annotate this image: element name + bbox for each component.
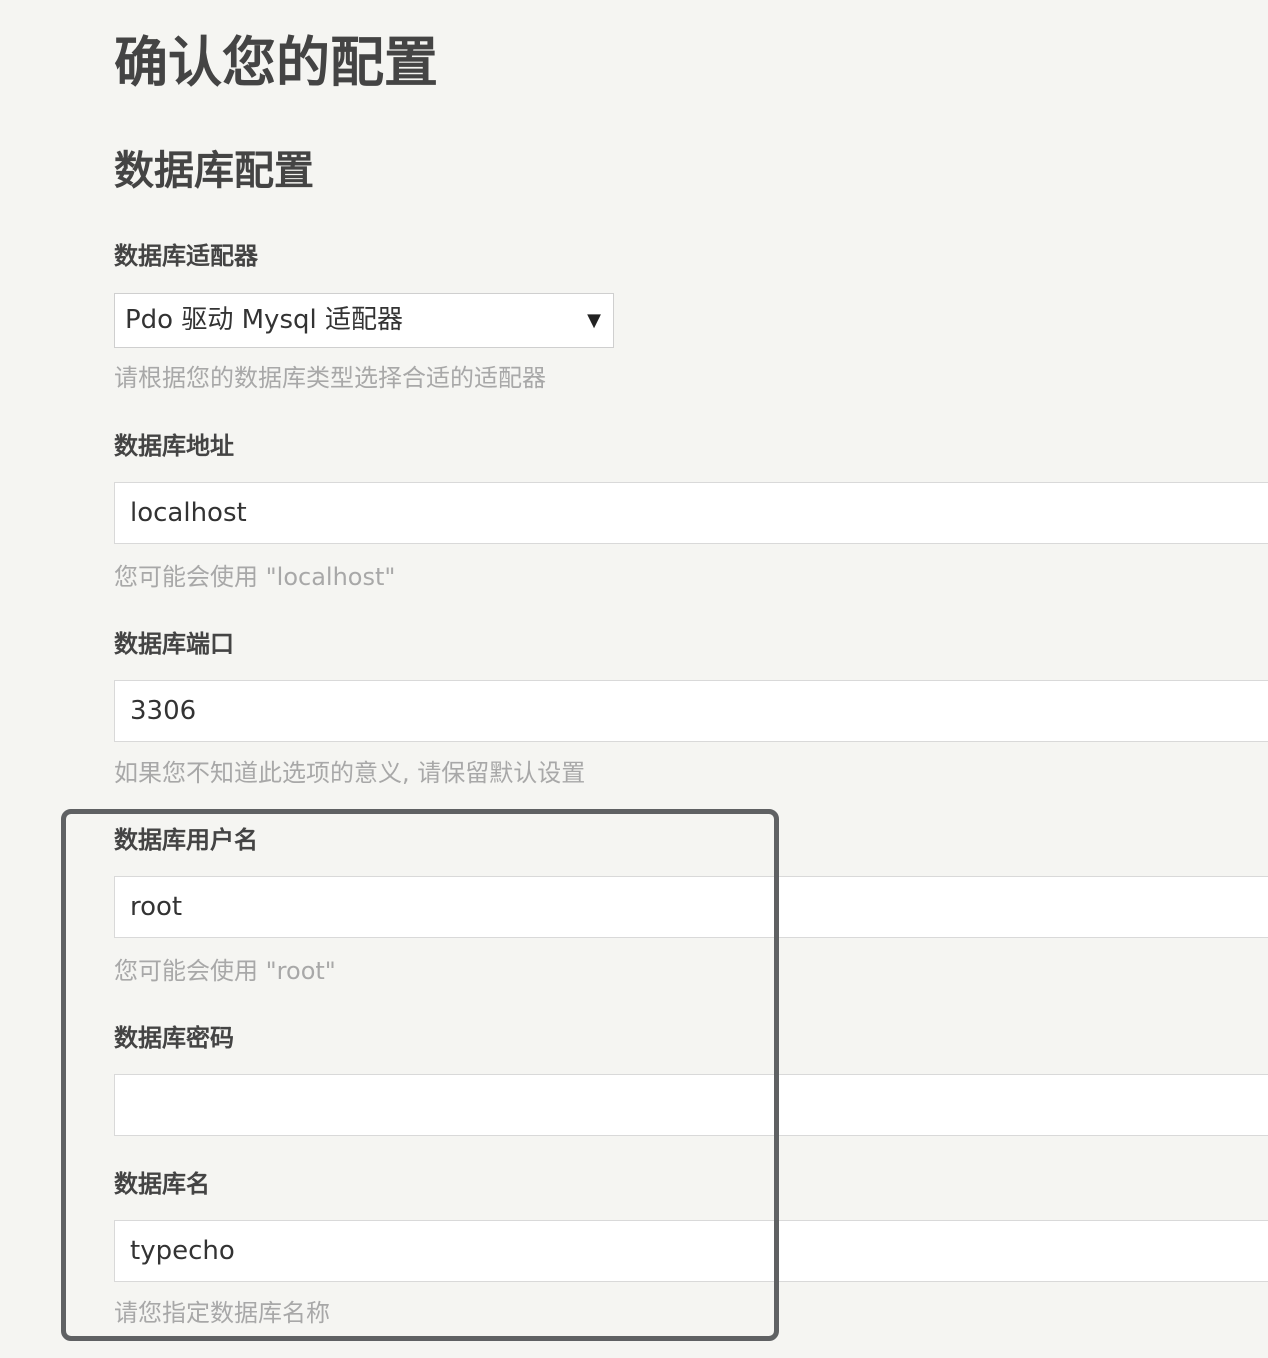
user-label: 数据库用户名: [114, 826, 258, 854]
port-label: 数据库端口: [114, 630, 234, 658]
db-name-input[interactable]: [114, 1220, 1268, 1282]
section-title-database: 数据库配置: [114, 148, 314, 194]
user-hint: 您可能会使用 "root": [114, 957, 336, 985]
host-hint: 您可能会使用 "localhost": [114, 563, 396, 591]
adapter-hint: 请根据您的数据库类型选择合适的适配器: [114, 364, 546, 392]
db-name-label: 数据库名: [114, 1170, 210, 1198]
adapter-select-value: Pdo 驱动 Mysql 适配器: [125, 305, 403, 335]
adapter-select[interactable]: Pdo 驱动 Mysql 适配器 ▼: [114, 293, 614, 348]
dropdown-arrow-icon: ▼: [587, 310, 601, 331]
page-title: 确认您的配置: [114, 31, 438, 94]
port-hint: 如果您不知道此选项的意义, 请保留默认设置: [114, 759, 586, 787]
password-label: 数据库密码: [114, 1024, 234, 1052]
host-input[interactable]: [114, 482, 1268, 544]
adapter-label: 数据库适配器: [114, 242, 258, 270]
password-input[interactable]: [114, 1074, 1268, 1136]
user-input[interactable]: [114, 876, 1268, 938]
port-input[interactable]: [114, 680, 1268, 742]
db-name-hint: 请您指定数据库名称: [114, 1299, 330, 1327]
host-label: 数据库地址: [114, 432, 234, 460]
install-config-page: 确认您的配置 数据库配置 数据库适配器 Pdo 驱动 Mysql 适配器 ▼ 请…: [114, 0, 1268, 1358]
